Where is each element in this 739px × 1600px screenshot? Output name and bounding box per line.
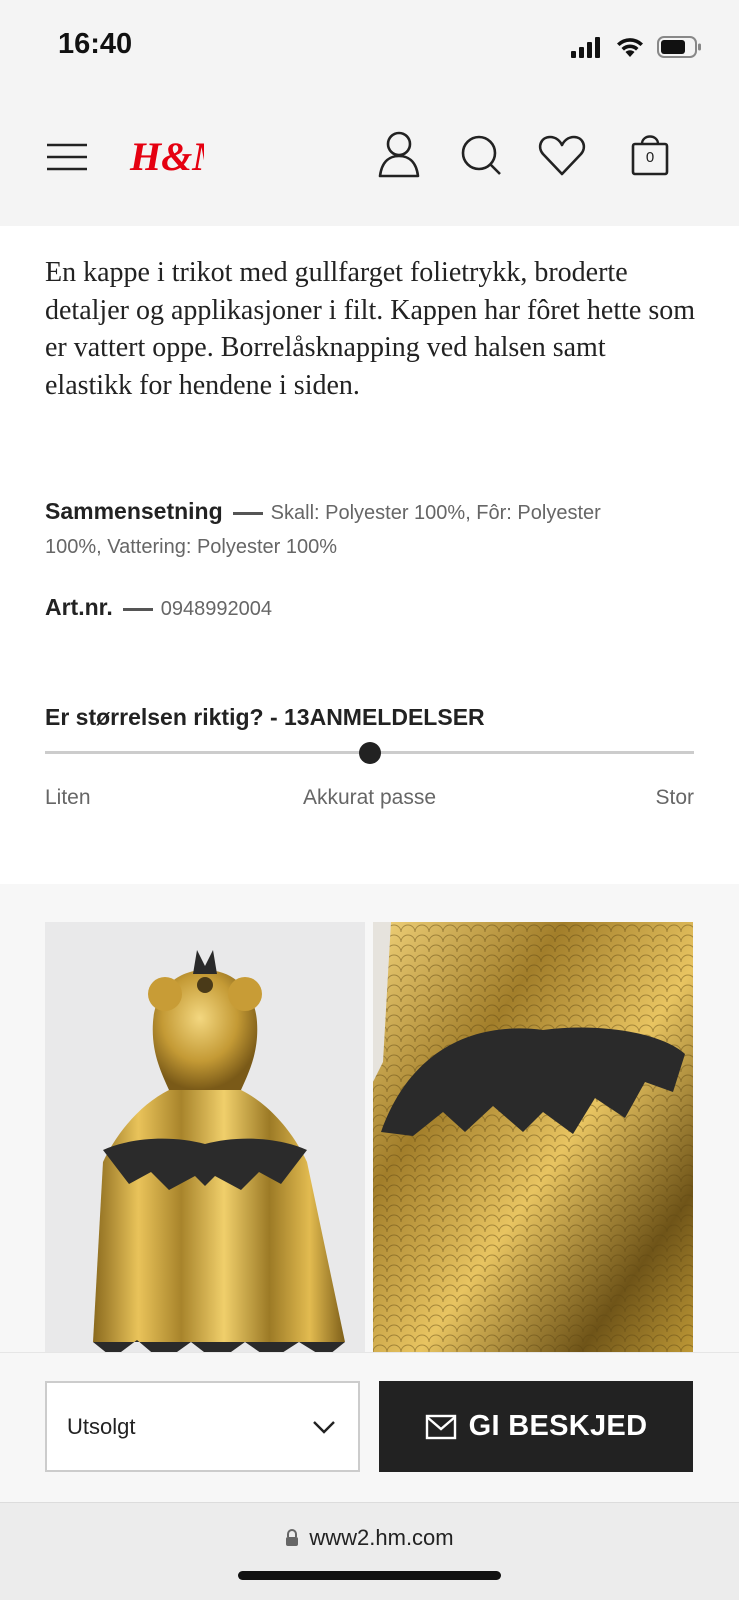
composition-value-line1: Skall: Polyester 100%, Fôr: Polyester: [270, 502, 601, 524]
shopping-bag-icon[interactable]: 0: [624, 128, 676, 184]
composition-value-line2: 100%, Vattering: Polyester 100%: [45, 536, 338, 558]
browser-address-bar: www2.hm.com: [0, 1502, 739, 1600]
fit-scale-marker: [358, 742, 381, 764]
hm-logo[interactable]: H&M: [128, 130, 204, 182]
envelope-icon: [425, 1414, 456, 1439]
product-details: En kappe i trikot med gullfarget folietr…: [0, 226, 739, 884]
product-image-gallery: [0, 884, 739, 1354]
notify-me-label: GI BESKJED: [468, 1410, 648, 1442]
status-icons: [571, 32, 703, 62]
search-icon[interactable]: [456, 128, 508, 184]
status-time: 16:40: [58, 28, 133, 60]
signal-icon: [571, 37, 600, 58]
product-image-detail[interactable]: [373, 922, 693, 1354]
composition-label: Sammensetning: [45, 498, 223, 524]
article-number-dash: [122, 608, 153, 612]
home-indicator[interactable]: [238, 1571, 501, 1580]
chevron-down-icon: [313, 1420, 335, 1434]
fit-label-large: Stor: [655, 786, 694, 809]
article-number-label: Art.nr.: [45, 594, 113, 620]
lock-icon: [286, 1529, 299, 1546]
size-select[interactable]: Utsolgt: [45, 1381, 360, 1472]
url-text: www2.hm.com: [309, 1525, 454, 1550]
fit-label-right: Akkurat passe: [302, 786, 437, 809]
fit-title[interactable]: Er størrelsen riktig? - 13ANMELDELSER: [45, 704, 485, 731]
site-header: H&M 0: [0, 90, 739, 226]
purchase-bar: Utsolgt GI BESKJED: [0, 1352, 739, 1502]
status-bar: 16:40: [0, 0, 739, 90]
menu-icon[interactable]: [44, 142, 90, 172]
favorites-heart-icon[interactable]: [536, 128, 588, 184]
url-field[interactable]: www2.hm.com: [0, 1525, 739, 1551]
article-number-spec: Art.nr. 0948992004: [45, 590, 695, 626]
cart-count: 0: [645, 149, 655, 166]
notify-me-button[interactable]: GI BESKJED: [379, 1381, 693, 1472]
account-icon[interactable]: [373, 128, 425, 184]
article-number-value: 0948992004: [160, 598, 272, 620]
logo-text: H&M: [129, 134, 204, 179]
size-select-value: Utsolgt: [67, 1413, 136, 1439]
product-image-front[interactable]: [45, 922, 365, 1354]
battery-icon: [657, 36, 701, 58]
product-description: En kappe i trikot med gullfarget folietr…: [45, 257, 696, 401]
composition-dash: [232, 512, 263, 516]
composition-spec: Sammensetning Skall: Polyester 100%, Fôr:…: [45, 494, 695, 564]
wifi-icon: [617, 38, 643, 57]
